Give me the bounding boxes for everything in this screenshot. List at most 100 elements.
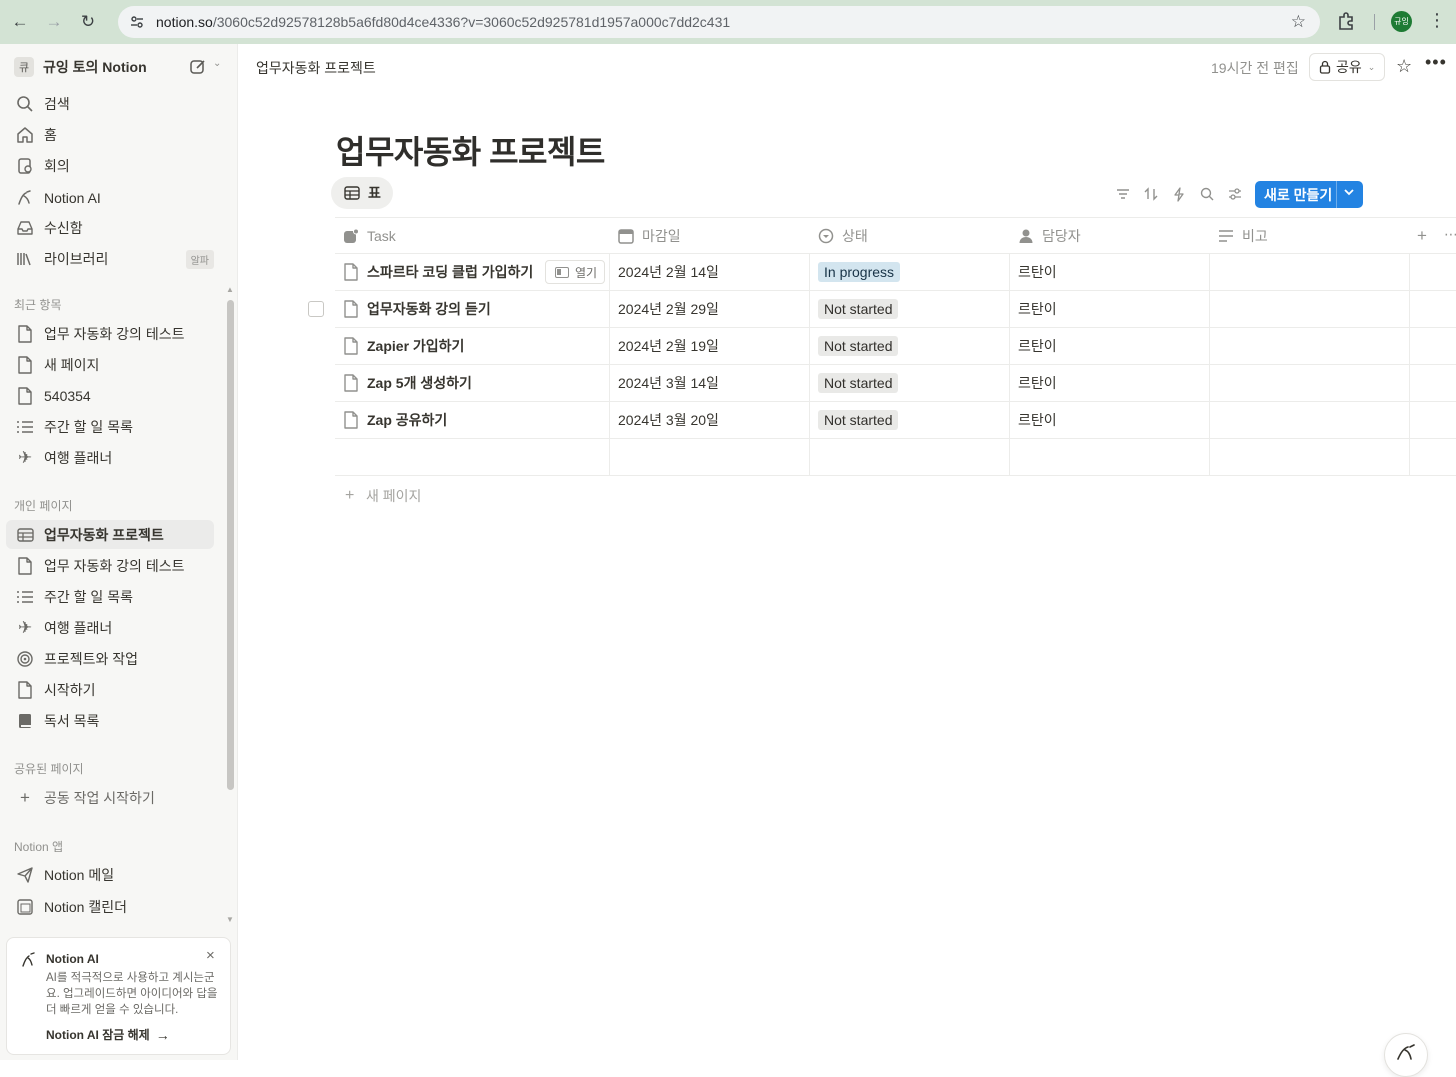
unlock-ai-button[interactable]: Notion AI 잠금 해제 → (46, 1026, 170, 1043)
favorite-star-icon[interactable]: ☆ (1396, 56, 1412, 77)
row-select-checkbox[interactable] (308, 301, 324, 317)
sort-icon[interactable] (1142, 185, 1160, 203)
chevron-down-icon[interactable]: ⌄ (213, 58, 221, 69)
sidebar-item-recent[interactable]: 업무 자동화 강의 테스트 (6, 319, 214, 348)
view-tab-table[interactable]: 표 (331, 177, 393, 209)
assignee-cell[interactable]: 르탄이 (1018, 328, 1057, 364)
settings-sliders-icon[interactable] (1226, 185, 1244, 203)
search-icon[interactable] (1198, 185, 1216, 203)
empty-table-row[interactable] (335, 439, 1456, 476)
sidebar-item-personal[interactable]: 주간 할 일 목록 (6, 582, 214, 611)
title-icon (343, 228, 359, 244)
sidebar-item-label: 홈 (44, 126, 57, 143)
workspace-icon: 큐 (14, 57, 34, 77)
table-row[interactable]: Zap 5개 생성하기 2024년 3월 14일 Not started 르탄이 (335, 365, 1456, 402)
new-button[interactable]: 새로 만들기 (1255, 181, 1363, 208)
back-icon[interactable]: ← (6, 8, 34, 36)
scroll-up-arrow[interactable]: ▲ (226, 285, 234, 294)
sidebar-item-personal[interactable]: 업무 자동화 강의 테스트 (6, 551, 214, 580)
assignee-cell[interactable]: 르탄이 (1018, 291, 1057, 327)
page-title[interactable]: 업무자동화 프로젝트 (336, 127, 605, 173)
table-row[interactable]: Zap 공유하기 2024년 3월 20일 Not started 르탄이 (335, 402, 1456, 439)
due-date-cell[interactable]: 2024년 2월 14일 (618, 254, 719, 290)
more-columns-icon[interactable]: ⋯ (1444, 226, 1456, 243)
sidebar-item-personal[interactable]: 프로젝트와 작업 (6, 644, 214, 673)
column-header-task[interactable]: Task (343, 218, 396, 254)
more-options-icon[interactable]: ••• (1425, 52, 1447, 73)
assignee-cell[interactable]: 르탄이 (1018, 402, 1057, 438)
due-date-cell[interactable]: 2024년 3월 20일 (618, 402, 719, 438)
due-date-cell[interactable]: 2024년 2월 29일 (618, 291, 719, 327)
sidebar-item-recent[interactable]: ✈ 여행 플래너 (6, 443, 214, 472)
status-cell[interactable]: Not started (818, 291, 899, 327)
chevron-down-icon[interactable] (1343, 186, 1355, 201)
profile-avatar[interactable]: 규잉 (1391, 11, 1412, 32)
sidebar-item-meetings[interactable]: 회의 (6, 151, 214, 180)
due-date-cell[interactable]: 2024년 2월 19일 (618, 328, 719, 364)
sidebar-item-recent[interactable]: 540354 (6, 381, 214, 410)
workspace-switcher[interactable]: 큐 규잉 토의 Notion (14, 56, 147, 78)
start-collaboration-button[interactable]: + 공동 작업 시작하기 (6, 783, 214, 812)
reload-icon[interactable]: ↻ (74, 8, 102, 36)
sidebar-item-home[interactable]: 홈 (6, 120, 214, 149)
sidebar-item-notion-mail[interactable]: Notion 메일 (6, 860, 214, 889)
breadcrumb[interactable]: 업무자동화 프로젝트 (256, 58, 376, 78)
scroll-down-arrow[interactable]: ▼ (226, 915, 234, 924)
task-cell[interactable]: Zapier 가입하기 (335, 328, 464, 364)
status-cell[interactable]: Not started (818, 365, 899, 401)
status-cell[interactable]: Not started (818, 402, 899, 438)
bookmark-star-icon[interactable]: ☆ (1291, 12, 1306, 32)
assignee-cell[interactable]: 르탄이 (1018, 254, 1057, 290)
add-new-page-button[interactable]: + 새 페이지 (345, 486, 421, 506)
page-icon (344, 374, 358, 392)
table-row[interactable]: 스파르타 코딩 클럽 가입하기 열기 2024년 2월 14일 In progr… (335, 254, 1456, 291)
sidebar-item-recent[interactable]: 새 페이지 (6, 350, 214, 379)
sidebar-item-notion-ai[interactable]: Notion AI (6, 183, 214, 212)
column-header-due[interactable]: 마감일 (618, 218, 681, 254)
site-settings-icon[interactable] (128, 13, 146, 31)
filter-icon[interactable] (1114, 185, 1132, 203)
status-cell[interactable]: In progress (818, 254, 901, 290)
add-column-icon[interactable]: + (1417, 226, 1427, 246)
notes-cell[interactable] (1210, 254, 1410, 290)
new-page-icon[interactable] (189, 58, 207, 76)
sidebar-item-personal[interactable]: 업무자동화 프로젝트 (6, 520, 214, 549)
sidebar-item-inbox[interactable]: 수신함 (6, 213, 214, 242)
extensions-icon[interactable] (1336, 10, 1358, 32)
sidebar-item-notion-calendar[interactable]: Notion 캘린더 (6, 892, 214, 921)
notes-cell[interactable] (1210, 291, 1410, 327)
status-cell[interactable]: Not started (818, 328, 899, 364)
forward-icon[interactable]: → (40, 8, 68, 36)
notes-cell[interactable] (1210, 402, 1410, 438)
table-row[interactable]: Zapier 가입하기 2024년 2월 19일 Not started 르탄이 (335, 328, 1456, 365)
column-header-assignee[interactable]: 담당자 (1018, 218, 1081, 254)
task-cell[interactable]: Zap 공유하기 (335, 402, 447, 438)
task-cell[interactable]: 스파르타 코딩 클럽 가입하기 (335, 254, 533, 290)
browser-menu-icon[interactable]: ⋮ (1428, 10, 1446, 31)
sidebar-scrollbar[interactable] (227, 300, 234, 790)
column-header-notes[interactable]: 비고 (1218, 218, 1268, 254)
notes-cell[interactable] (1210, 365, 1410, 401)
open-page-button[interactable]: 열기 (545, 260, 605, 284)
sidebar-item-label: 수신함 (44, 219, 83, 236)
sidebar-item-search[interactable]: 검색 (6, 89, 214, 118)
notes-cell[interactable] (1210, 328, 1410, 364)
table-row[interactable]: 업무자동화 강의 듣기 2024년 2월 29일 Not started 르탄이 (335, 291, 1456, 328)
share-button[interactable]: 공유 ⌄ (1309, 53, 1385, 81)
task-cell[interactable]: Zap 5개 생성하기 (335, 365, 472, 401)
automation-bolt-icon[interactable] (1170, 185, 1188, 203)
address-bar[interactable]: notion.so/3060c52d92578128b5a6fd80d4ce43… (118, 6, 1320, 38)
sidebar-item-personal[interactable]: 시작하기 (6, 675, 214, 704)
page-icon (14, 354, 36, 376)
sidebar-item-library[interactable]: 라이브러리 알파 (6, 244, 214, 273)
sidebar-item-personal[interactable]: ✈ 여행 플래너 (6, 613, 214, 642)
column-header-status[interactable]: 상태 (818, 218, 868, 254)
sidebar-item-recent[interactable]: 주간 할 일 목록 (6, 412, 214, 441)
sidebar-item-personal[interactable]: 독서 목록 (6, 706, 214, 735)
ai-card-title: Notion AI (46, 952, 99, 966)
due-date-cell[interactable]: 2024년 3월 14일 (618, 365, 719, 401)
assignee-cell[interactable]: 르탄이 (1018, 365, 1057, 401)
close-icon[interactable]: × (206, 947, 215, 964)
task-cell[interactable]: 업무자동화 강의 듣기 (335, 291, 491, 327)
notion-ai-floating-button[interactable] (1384, 1033, 1428, 1077)
